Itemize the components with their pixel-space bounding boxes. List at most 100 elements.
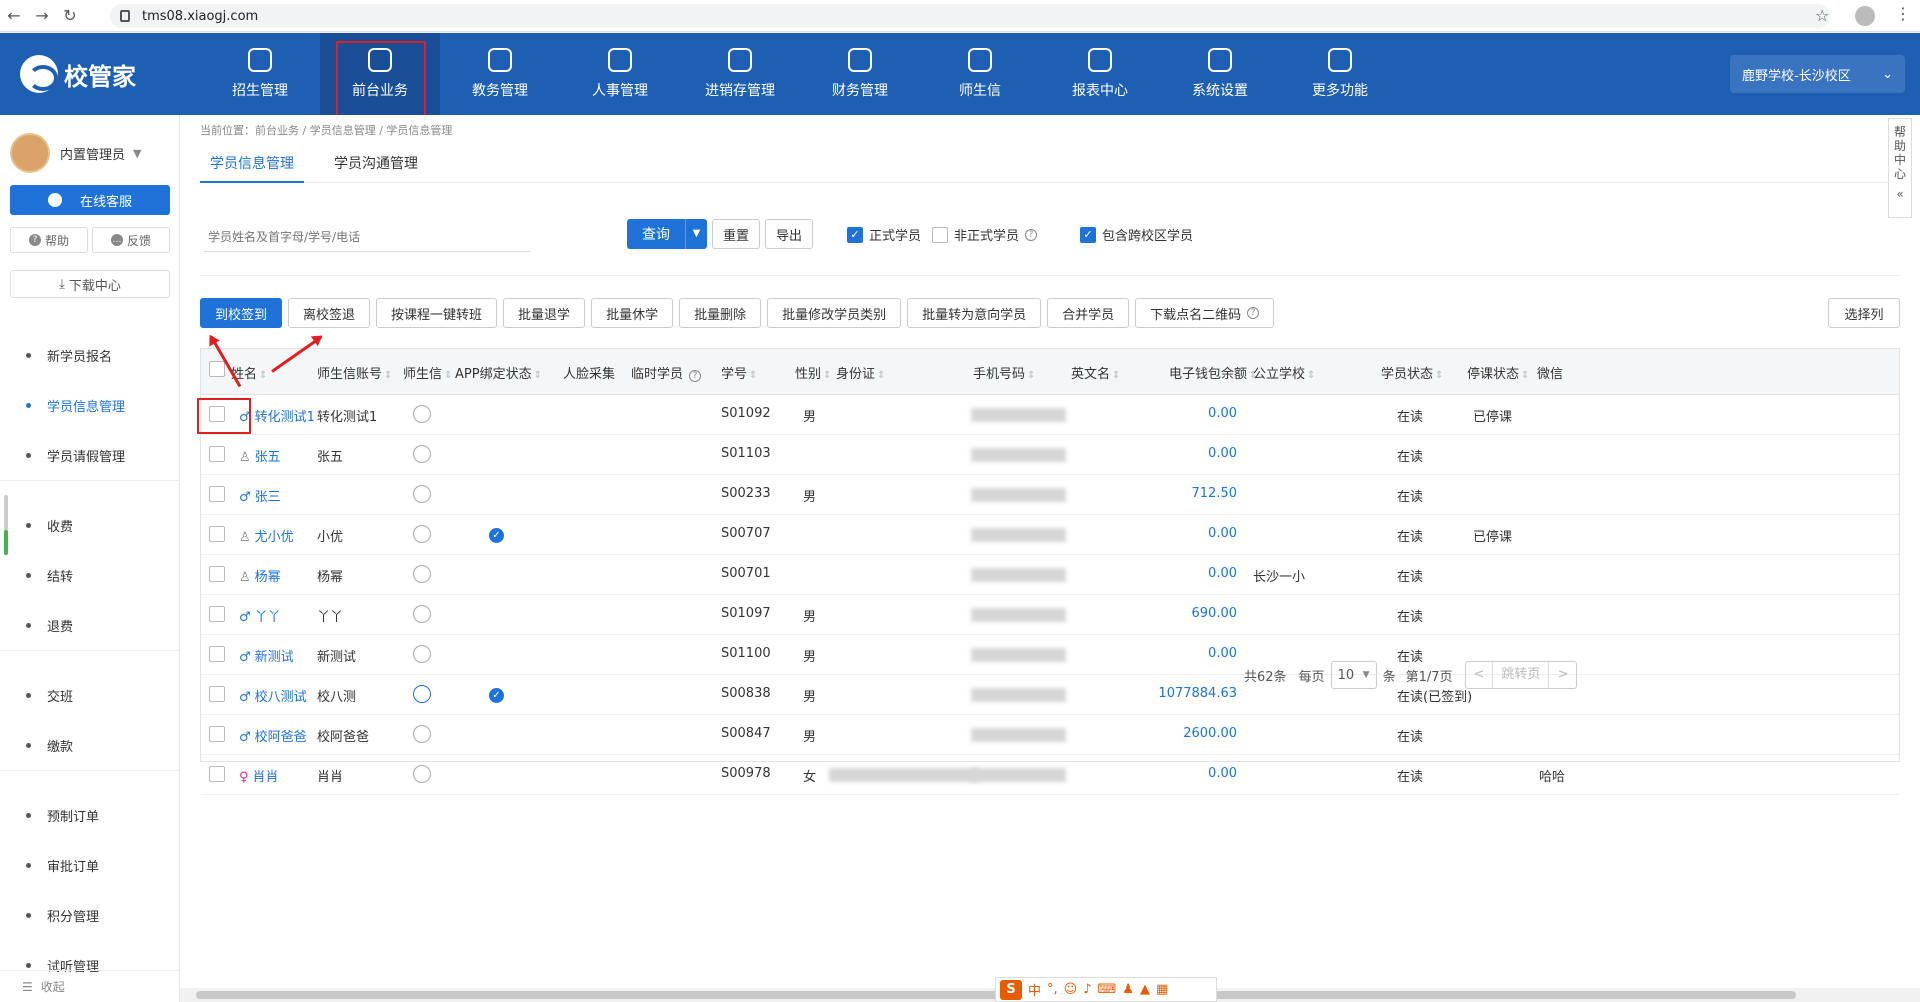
student-name-link[interactable]: ♂ 校八测试 bbox=[239, 686, 307, 705]
wechat-teacher-icon[interactable] bbox=[413, 645, 431, 663]
column-header[interactable]: 停课状态 ⇕ bbox=[1467, 363, 1529, 382]
column-header[interactable]: 学员状态 ⇕ bbox=[1381, 363, 1443, 382]
column-header[interactable]: APP绑定状态 ⇕ bbox=[455, 363, 542, 382]
export-button[interactable]: 导出 bbox=[765, 219, 813, 249]
wechat-teacher-icon[interactable] bbox=[413, 405, 431, 423]
formal-student-checkbox[interactable]: ✓ 正式学员 bbox=[847, 225, 921, 244]
sidebar-item[interactable]: 退费 bbox=[0, 600, 180, 650]
column-header[interactable]: 师生信 ⇕ bbox=[403, 363, 452, 382]
column-header[interactable]: 电子钱包余额 ⇕ bbox=[1169, 363, 1257, 382]
nav-item-0[interactable]: 招生管理 bbox=[200, 33, 320, 115]
student-name-link[interactable]: ♂ 新测试 bbox=[239, 646, 294, 665]
student-name-link[interactable]: ♙ 尤小优 bbox=[239, 526, 294, 545]
column-header[interactable]: 公立学校 ⇕ bbox=[1253, 363, 1315, 382]
column-header[interactable]: 身份证 ⇕ bbox=[836, 363, 885, 382]
table-row[interactable]: ♂ 丫丫 丫丫 S01097 男 690.00 在读 bbox=[201, 595, 1899, 635]
cross-campus-checkbox[interactable]: ✓ 包含跨校区学员 bbox=[1080, 225, 1193, 244]
sidebar-item[interactable]: 缴款 bbox=[0, 720, 180, 770]
reload-icon[interactable]: ↻ bbox=[56, 6, 84, 25]
user-menu[interactable]: 内置管理员 ▼ bbox=[10, 133, 141, 173]
table-row[interactable]: ♂ 转化测试1 转化测试1 S01092 男 0.00 在读 已停课 bbox=[201, 395, 1899, 435]
sidebar-item[interactable]: 预制订单 bbox=[0, 790, 180, 840]
table-row[interactable]: ♂ 校八测试 校八测 ✓ S00838 男 1077884.63 在读(已签到) bbox=[201, 675, 1899, 715]
wechat-teacher-icon[interactable] bbox=[413, 445, 431, 463]
balance-cell[interactable]: 690.00 bbox=[1192, 606, 1238, 621]
sidebar-item[interactable]: 新学员报名 bbox=[0, 330, 180, 380]
action-button[interactable]: 批量退学 bbox=[503, 298, 586, 328]
balance-cell[interactable]: 1077884.63 bbox=[1158, 686, 1237, 701]
table-row[interactable]: ♂ 张三 S00233 男 712.50 在读 bbox=[201, 475, 1899, 515]
action-button[interactable]: 合并学员 bbox=[1047, 298, 1130, 328]
table-row[interactable]: ♂ 校阿爸爸 校阿爸爸 S00847 男 2600.00 在读 bbox=[201, 715, 1899, 755]
column-header[interactable]: 师生信账号 ⇕ bbox=[317, 363, 392, 382]
sidebar-scrollbar[interactable] bbox=[4, 495, 8, 555]
row-checkbox[interactable] bbox=[209, 766, 225, 782]
row-checkbox[interactable] bbox=[209, 646, 225, 662]
download-center-button[interactable]: ⤓ 下载中心 bbox=[10, 270, 170, 298]
campus-selector[interactable]: 鹿野学校-长沙校区 ⌄ bbox=[1730, 55, 1905, 93]
action-button[interactable]: 批量删除 bbox=[679, 298, 762, 328]
help-button[interactable]: ? 帮助 bbox=[10, 227, 88, 253]
column-header[interactable]: 微信 bbox=[1537, 363, 1563, 382]
nav-item-1[interactable]: 前台业务 bbox=[320, 33, 440, 117]
column-header[interactable]: 手机号码 ⇕ bbox=[973, 363, 1035, 382]
column-header[interactable]: 性别 ⇕ bbox=[795, 363, 831, 382]
sidebar-item[interactable]: 积分管理 bbox=[0, 890, 180, 940]
sidebar-item[interactable]: 学员信息管理 bbox=[0, 380, 180, 430]
sidebar-item[interactable]: 交班 bbox=[0, 670, 180, 720]
wechat-teacher-icon[interactable] bbox=[413, 725, 431, 743]
sidebar-item[interactable]: 结转 bbox=[0, 550, 180, 600]
balance-cell[interactable]: 0.00 bbox=[1208, 446, 1237, 461]
profile-icon[interactable] bbox=[1855, 6, 1875, 26]
address-bar[interactable]: tms08.xiaogj.com bbox=[110, 4, 1830, 28]
row-checkbox[interactable] bbox=[209, 686, 225, 702]
select-all-checkbox[interactable] bbox=[209, 361, 225, 377]
row-checkbox[interactable] bbox=[209, 526, 225, 542]
help-center-tab[interactable]: 帮助中心 « bbox=[1888, 118, 1912, 218]
query-button[interactable]: 查询 ▼ bbox=[627, 219, 707, 249]
column-header[interactable]: 人脸采集 bbox=[563, 363, 615, 382]
balance-cell[interactable]: 0.00 bbox=[1208, 766, 1237, 781]
table-row[interactable]: ♙ 张五 张五 S01103 0.00 在读 bbox=[201, 435, 1899, 475]
wechat-teacher-icon[interactable] bbox=[413, 685, 431, 703]
tab-student-info[interactable]: 学员信息管理 bbox=[200, 145, 304, 183]
column-header[interactable]: 学号 ⇕ bbox=[721, 363, 757, 382]
sidebar-item[interactable]: 审批订单 bbox=[0, 840, 180, 890]
search-input[interactable] bbox=[204, 222, 530, 252]
balance-cell[interactable]: 712.50 bbox=[1192, 486, 1238, 501]
feedback-button[interactable]: … 反馈 bbox=[92, 227, 170, 253]
nav-item-9[interactable]: 更多功能 bbox=[1280, 33, 1400, 115]
wechat-teacher-icon[interactable] bbox=[413, 565, 431, 583]
query-dropdown-icon[interactable]: ▼ bbox=[685, 219, 707, 249]
reset-button[interactable]: 重置 bbox=[712, 219, 760, 249]
action-button[interactable]: 离校签退 bbox=[288, 298, 371, 328]
sidebar-item[interactable]: 收费 bbox=[0, 500, 180, 550]
bookmark-star-icon[interactable]: ☆ bbox=[1815, 6, 1829, 25]
wechat-teacher-icon[interactable] bbox=[413, 605, 431, 623]
action-button[interactable]: 批量修改学员类别 bbox=[767, 298, 902, 328]
nav-item-4[interactable]: 进销存管理 bbox=[680, 33, 800, 115]
balance-cell[interactable]: 2600.00 bbox=[1183, 726, 1237, 741]
nav-item-3[interactable]: 人事管理 bbox=[560, 33, 680, 115]
action-button[interactable]: 到校签到 bbox=[200, 298, 283, 328]
action-button[interactable]: 按课程一键转班 bbox=[376, 298, 498, 328]
action-button[interactable]: 批量休学 bbox=[591, 298, 674, 328]
page-size-select[interactable]: 10 ▼ bbox=[1330, 661, 1377, 689]
action-button[interactable]: 下载点名二维码? bbox=[1135, 298, 1275, 328]
balance-cell[interactable]: 0.00 bbox=[1208, 646, 1237, 661]
row-checkbox[interactable] bbox=[209, 726, 225, 742]
forward-icon[interactable]: → bbox=[28, 6, 56, 25]
ime-toolbar[interactable]: S 中 °, ☺ ♪ ⌨ ♟ ▲ ▦ bbox=[995, 977, 1217, 1002]
action-button[interactable]: 批量转为意向学员 bbox=[907, 298, 1042, 328]
nav-item-6[interactable]: 师生信 bbox=[920, 33, 1040, 115]
online-service-button[interactable]: 在线客服 bbox=[10, 185, 170, 215]
sidebar-item[interactable]: 学员请假管理 bbox=[0, 430, 180, 480]
balance-cell[interactable]: 0.00 bbox=[1208, 566, 1237, 581]
balance-cell[interactable]: 0.00 bbox=[1208, 406, 1237, 421]
column-header[interactable]: 临时学员? bbox=[631, 363, 702, 382]
student-name-link[interactable]: ♂ 张三 bbox=[239, 486, 281, 505]
jump-page-input[interactable]: 跳转页 bbox=[1493, 662, 1550, 688]
column-header[interactable]: 英文名 ⇕ bbox=[1071, 363, 1120, 382]
student-name-link[interactable]: ♂ 丫丫 bbox=[239, 606, 281, 625]
row-checkbox[interactable] bbox=[209, 566, 225, 582]
